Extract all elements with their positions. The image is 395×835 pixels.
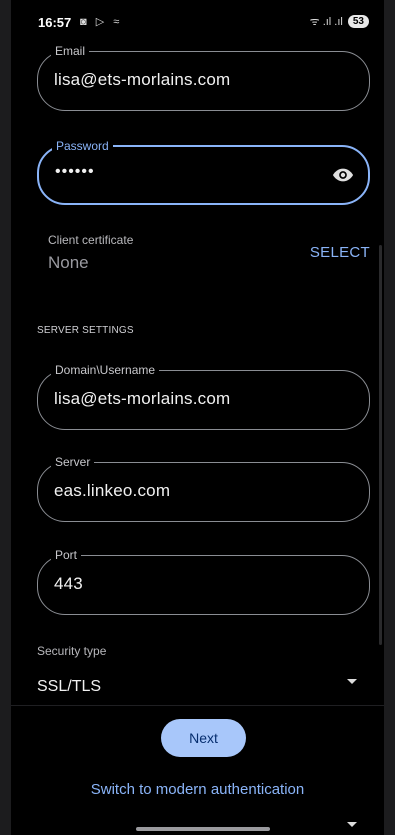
chevron-down-icon: [347, 679, 357, 684]
port-value: 443: [54, 574, 83, 593]
status-bar: 16:57 ◙ ▷ ≈ ᯤ .ıl .ıl 53: [0, 0, 395, 38]
email-field[interactable]: Email lisa@ets-morlains.com: [37, 44, 370, 111]
visibility-toggle-icon[interactable]: [332, 166, 354, 184]
scrollbar[interactable]: [379, 245, 382, 645]
security-type-value: SSL/TLS: [37, 678, 102, 695]
chevron-down-icon: [347, 822, 357, 827]
certificate-value: None: [48, 253, 89, 272]
password-field[interactable]: Password ••••••: [37, 139, 370, 205]
port-field[interactable]: Port 443: [37, 548, 370, 615]
select-certificate-button[interactable]: SELECT: [310, 244, 370, 261]
server-label: Server: [51, 455, 95, 469]
password-label: Password: [52, 139, 113, 153]
certificate-label: Client certificate: [48, 233, 134, 247]
left-bezel: [0, 0, 11, 835]
security-type-label: Security type: [37, 644, 107, 658]
home-indicator: [136, 827, 270, 831]
email-value: lisa@ets-morlains.com: [54, 70, 231, 89]
signal-icon: ᯤ .ıl .ıl: [309, 16, 343, 28]
status-right: ᯤ .ıl .ıl 53: [310, 14, 369, 29]
server-value: eas.linkeo.com: [54, 481, 171, 500]
right-bezel: [384, 0, 395, 835]
notification-icons: ◙ ▷ ≈: [80, 16, 123, 28]
status-time: 16:57: [38, 15, 72, 30]
server-field[interactable]: Server eas.linkeo.com: [37, 455, 370, 522]
section-header: SERVER SETTINGS: [37, 325, 134, 336]
footer-divider: [11, 705, 384, 706]
domain-username-field[interactable]: Domain\Username lisa@ets-morlains.com: [37, 363, 370, 430]
next-button[interactable]: Next: [161, 719, 246, 757]
switch-modern-auth-link[interactable]: Switch to modern authentication: [0, 781, 395, 798]
password-value: ••••••: [55, 163, 95, 180]
email-label: Email: [51, 44, 90, 58]
domain-username-label: Domain\Username: [51, 363, 160, 377]
port-label: Port: [51, 548, 82, 562]
domain-username-value: lisa@ets-morlains.com: [54, 389, 231, 408]
battery-icon: 53: [347, 15, 369, 28]
